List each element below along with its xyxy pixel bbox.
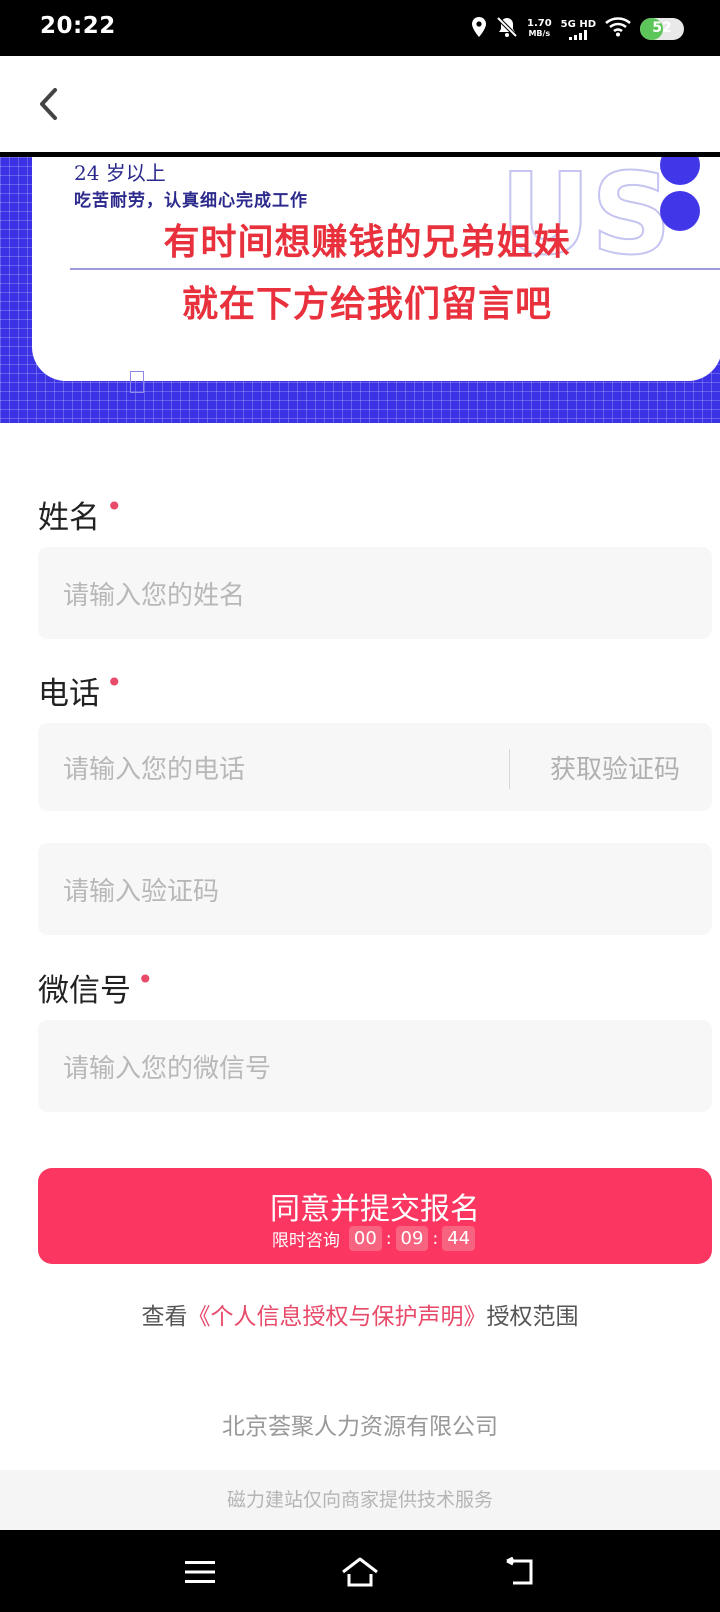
privacy-policy-link[interactable]: 《个人信息授权与保护声明》 [188, 1304, 487, 1330]
menu-icon [185, 1561, 215, 1583]
wechat-input[interactable]: 请输入您的微信号 [38, 1020, 712, 1112]
wechat-label: 微信号 • [38, 963, 154, 1010]
return-icon [506, 1557, 533, 1585]
signal-bars-icon [569, 29, 588, 40]
age-requirement: 24 岁以上 [74, 161, 166, 185]
work-description: 吃苦耐劳，认真细心完成工作 [74, 191, 308, 211]
home-button[interactable] [338, 1554, 382, 1590]
name-placeholder: 请输入您的姓名 [63, 580, 246, 611]
clock: 20:22 [40, 13, 116, 39]
menu-button[interactable] [178, 1554, 222, 1590]
recruitment-banner: 24 岁以上 吃苦耐劳，认真细心完成工作 US 有时间想赚钱的兄弟姐妹 就在下方… [0, 157, 720, 423]
timer-seconds: 44 [442, 1226, 476, 1251]
required-marker: • [137, 963, 154, 996]
submit-label: 同意并提交报名 [270, 1192, 480, 1227]
field-separator [508, 749, 510, 789]
headline-secondary: 就在下方给我们留言吧 [181, 284, 552, 325]
name-input[interactable]: 请输入您的姓名 [38, 547, 712, 639]
home-icon [342, 1557, 378, 1587]
submit-button[interactable]: 同意并提交报名 限时咨询 00:09:44 [38, 1168, 712, 1264]
battery-level: 52 [652, 20, 672, 36]
required-marker: • [106, 490, 123, 523]
status-bar: 20:22 1.70 MB/s 5G HD 52 [0, 0, 720, 56]
required-marker: • [106, 666, 123, 699]
location-icon [471, 16, 487, 42]
network-speed: 1.70 MB/s [527, 19, 552, 39]
top-navigation [0, 56, 720, 152]
wechat-placeholder: 请输入您的微信号 [63, 1053, 272, 1084]
headline-primary: 有时间想赚钱的兄弟姐妹 [163, 222, 571, 263]
banner-card: 24 岁以上 吃苦耐劳，认真细心完成工作 US 有时间想赚钱的兄弟姐妹 就在下方… [32, 157, 720, 381]
chevron-left-icon [40, 88, 57, 120]
privacy-policy-notice: 查看《个人信息授权与保护声明》授权范围 [0, 1297, 720, 1331]
headline-divider [70, 268, 720, 270]
system-navigation-bar [0, 1530, 720, 1612]
decorative-box [130, 371, 144, 393]
bell-muted-icon [496, 16, 518, 42]
network-type: 5G HD [560, 18, 596, 30]
name-label: 姓名 • [38, 490, 123, 537]
get-code-button[interactable]: 获取验证码 [550, 723, 680, 811]
footer-notice: 磁力建站仅向商家提供技术服务 [0, 1470, 720, 1530]
back-nav-button[interactable] [498, 1554, 542, 1590]
name-label-text: 姓名 [38, 500, 100, 536]
page: 20:22 1.70 MB/s 5G HD 52 24 岁以上 吃苦耐劳，认真细… [0, 0, 720, 1612]
battery-icon: 52 [640, 18, 684, 40]
status-icons: 1.70 MB/s 5G HD 52 [471, 15, 684, 43]
signal-indicator: 5G HD [561, 19, 596, 40]
back-button[interactable] [30, 82, 66, 126]
phone-label-text: 电话 [38, 676, 100, 712]
phone-placeholder: 请输入您的电话 [63, 754, 246, 785]
speed-unit: MB/s [528, 29, 551, 38]
phone-label: 电话 • [38, 666, 123, 713]
company-name: 北京荟聚人力资源有限公司 [222, 1414, 498, 1440]
wechat-label-text: 微信号 [38, 973, 131, 1009]
policy-suffix: 授权范围 [486, 1304, 579, 1330]
phone-input[interactable]: 请输入您的电话 获取验证码 [38, 723, 712, 811]
timer-hours: 00 [348, 1226, 382, 1251]
speed-value: 1.70 [526, 18, 552, 29]
verification-code-input[interactable]: 请输入验证码 [38, 843, 712, 935]
code-placeholder: 请输入验证码 [63, 876, 220, 907]
timer-label: 限时咨询 [271, 1231, 340, 1251]
timer-minutes: 09 [395, 1226, 429, 1251]
wifi-icon [605, 17, 631, 41]
countdown-timer: 限时咨询 00:09:44 [38, 1226, 712, 1251]
policy-prefix: 查看 [141, 1304, 188, 1330]
